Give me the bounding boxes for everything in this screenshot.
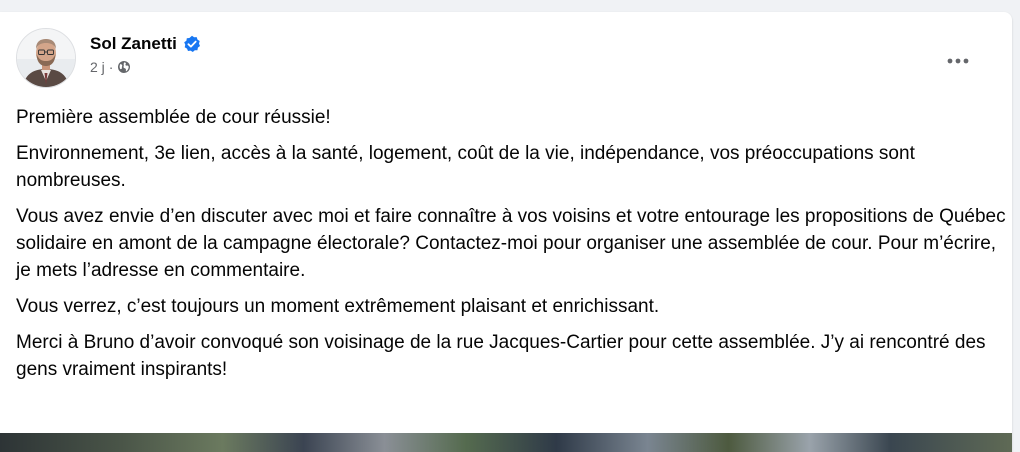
post-paragraph: Vous verrez, c’est toujours un moment ex… [16,296,660,317]
author-avatar[interactable] [16,28,76,88]
author-name-row: Sol Zanetti [90,33,201,55]
post-photo[interactable] [0,433,1012,452]
post-paragraph: Première assemblée de cour réussie! [16,107,331,128]
profile-photo [17,29,75,87]
post-subline: 2 j · [90,59,201,75]
ellipsis-icon [947,51,969,69]
post-timestamp[interactable]: 2 j [90,59,105,75]
post-header: Sol Zanetti 2 j · [16,28,201,88]
author-meta: Sol Zanetti 2 j · [90,28,201,75]
post-paragraph: Vous avez envie d’en discuter avec moi e… [16,206,1006,281]
globe-icon[interactable] [117,60,131,74]
post-options-button[interactable] [940,42,976,78]
separator-dot: · [108,59,114,75]
post-paragraph: Environnement, 3e lien, accès à la santé… [16,143,915,191]
post-paragraph: Merci à Bruno d’avoir convoqué son voisi… [16,332,986,380]
verified-badge-icon [183,35,201,53]
post-body: Première assemblée de cour réussie! Envi… [16,104,1006,392]
post-card: Sol Zanetti 2 j · Première assemblée de … [0,12,1012,452]
author-name[interactable]: Sol Zanetti [90,34,177,54]
